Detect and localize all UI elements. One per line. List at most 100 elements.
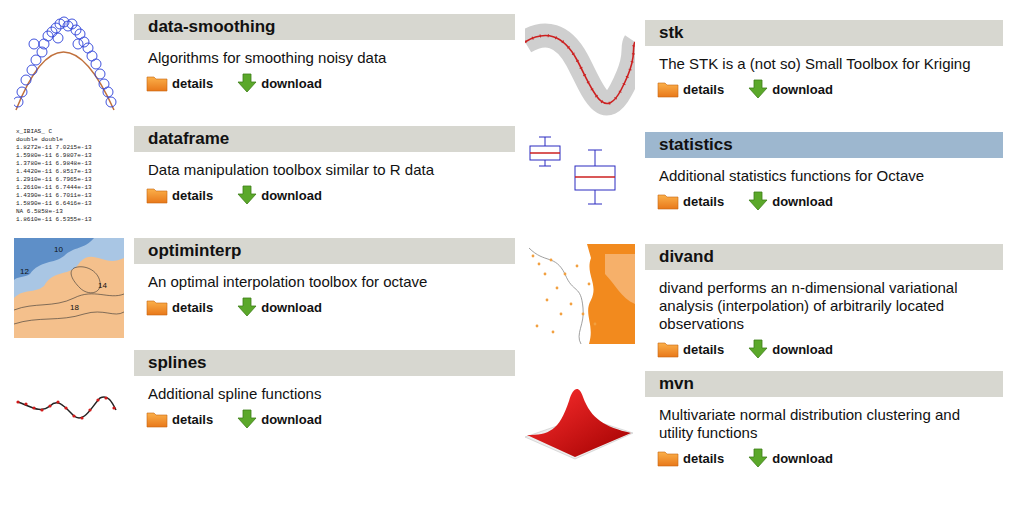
- package-thumbnail: [525, 371, 635, 471]
- package-thumbnail: [14, 14, 124, 114]
- package-body: mvn Multivariate normal distribution clus…: [645, 371, 1003, 468]
- svg-text:double double: double double: [16, 136, 63, 143]
- svg-text:1.8610e-11 6.5355e-13: 1.8610e-11 6.5355e-13: [16, 216, 92, 223]
- package-card[interactable]: data-smoothing Algorithms for smoothing n…: [14, 14, 515, 114]
- svg-text:1.3780e-11 6.9848e-13: 1.3780e-11 6.9848e-13: [16, 160, 92, 167]
- download-arrow-icon: [237, 297, 257, 317]
- package-links: details download: [645, 339, 1003, 359]
- package-card[interactable]: splines Additional spline functions detail…: [14, 350, 515, 450]
- download-link[interactable]: download: [237, 297, 322, 317]
- details-link[interactable]: details: [657, 79, 724, 99]
- package-card[interactable]: 10121418 optiminterp An optimal interpolat…: [14, 238, 515, 338]
- svg-text:1.5980e-11 6.9807e-13: 1.5980e-11 6.9807e-13: [16, 152, 92, 159]
- package-title-bar[interactable]: optiminterp: [134, 238, 515, 264]
- package-body: statisticsAdditional statistics function…: [645, 132, 1003, 211]
- package-card[interactable]: x_IBIAS_ C double double 1.8272e-11 7.02…: [14, 126, 515, 226]
- download-link[interactable]: download: [748, 339, 833, 359]
- folder-icon: [657, 449, 679, 467]
- package-links: details download: [645, 448, 1003, 468]
- package-title-bar[interactable]: mvn: [645, 371, 1003, 397]
- svg-text:NA 6.5858e-13: NA 6.5858e-13: [16, 208, 63, 215]
- download-link[interactable]: download: [748, 448, 833, 468]
- package-title[interactable]: stk: [659, 23, 684, 43]
- download-link[interactable]: download: [237, 409, 322, 429]
- download-link[interactable]: download: [748, 191, 833, 211]
- download-arrow-icon: [748, 448, 768, 468]
- package-links: details download: [645, 191, 1003, 211]
- package-title[interactable]: dataframe: [148, 129, 229, 149]
- package-title-bar[interactable]: splines: [134, 350, 515, 376]
- details-link[interactable]: details: [657, 448, 724, 468]
- gaussian-surface-icon: [525, 371, 635, 471]
- package-thumbnail: [525, 244, 635, 344]
- package-title-bar[interactable]: statistics: [645, 132, 1003, 158]
- folder-icon: [146, 74, 168, 92]
- package-links: details download: [645, 79, 1003, 99]
- package-title[interactable]: data-smoothing: [148, 17, 276, 37]
- package-body: data-smoothing Algorithms for smoothing n…: [134, 14, 515, 93]
- package-links: details download: [134, 185, 515, 205]
- svg-text:12: 12: [20, 267, 29, 276]
- package-body: divand divand performs an n-dimensional v…: [645, 244, 1003, 359]
- package-title[interactable]: splines: [148, 353, 207, 373]
- package-title-bar[interactable]: divand: [645, 244, 1003, 270]
- package-title[interactable]: divand: [659, 247, 714, 267]
- svg-text:18: 18: [70, 303, 79, 312]
- svg-text:x_IBIAS_ C: x_IBIAS_ C: [16, 128, 52, 135]
- details-link[interactable]: details: [657, 339, 724, 359]
- download-link[interactable]: download: [748, 79, 833, 99]
- folder-icon: [657, 80, 679, 98]
- svg-text:1.2910e-11 6.7965e-13: 1.2910e-11 6.7965e-13: [16, 176, 92, 183]
- kriging-band-icon: [525, 20, 635, 120]
- package-title[interactable]: statistics: [659, 135, 733, 155]
- svg-text:1.5890e-11 6.6416e-13: 1.5890e-11 6.6416e-13: [16, 200, 92, 207]
- package-thumbnail: x_IBIAS_ C double double 1.8272e-11 7.02…: [14, 126, 124, 226]
- folder-icon: [146, 410, 168, 428]
- download-arrow-icon: [748, 79, 768, 99]
- package-column: stkThe STK is a (not so) Small Toolbox f…: [515, 0, 1025, 525]
- download-arrow-icon: [748, 191, 768, 211]
- package-body: dataframeData manipulation toolbox simil…: [134, 126, 515, 205]
- folder-icon: [146, 186, 168, 204]
- details-link[interactable]: details: [657, 191, 724, 211]
- package-description: An optimal interpolation toolbox for oct…: [148, 273, 501, 291]
- package-card[interactable]: divand divand performs an n-dimensional v…: [525, 244, 1003, 359]
- details-link[interactable]: details: [146, 73, 213, 93]
- contour-map-icon: 10121418: [14, 238, 124, 338]
- download-arrow-icon: [237, 185, 257, 205]
- package-thumbnail: 10121418: [14, 238, 124, 338]
- details-link[interactable]: details: [146, 409, 213, 429]
- details-link[interactable]: details: [146, 185, 213, 205]
- package-description: divand performs an n-dimensional variati…: [659, 279, 989, 333]
- svg-text:1.4420e-11 6.8517e-13: 1.4420e-11 6.8517e-13: [16, 168, 92, 175]
- folder-icon: [657, 340, 679, 358]
- package-links: details download: [134, 73, 515, 93]
- package-title[interactable]: optiminterp: [148, 241, 242, 261]
- package-title-bar[interactable]: data-smoothing: [134, 14, 515, 40]
- package-thumbnail: [525, 20, 635, 120]
- svg-text:1.2610e-11 6.7444e-13: 1.2610e-11 6.7444e-13: [16, 184, 92, 191]
- package-card[interactable]: statisticsAdditional statistics function…: [525, 132, 1003, 232]
- svg-text:1.8272e-11 7.0215e-13: 1.8272e-11 7.0215e-13: [16, 144, 92, 151]
- download-arrow-icon: [237, 73, 257, 93]
- download-link[interactable]: download: [237, 73, 322, 93]
- download-link[interactable]: download: [237, 185, 322, 205]
- package-title-bar[interactable]: stk: [645, 20, 1003, 46]
- package-title[interactable]: mvn: [659, 374, 694, 394]
- package-body: optiminterp An optimal interpolation tool…: [134, 238, 515, 317]
- folder-icon: [657, 192, 679, 210]
- details-link[interactable]: details: [146, 297, 213, 317]
- table-text-icon: x_IBIAS_ C double double 1.8272e-11 7.02…: [14, 126, 124, 226]
- package-body: splines Additional spline functions detail…: [134, 350, 515, 429]
- package-card[interactable]: stkThe STK is a (not so) Small Toolbox f…: [525, 20, 1003, 120]
- package-description: Algorithms for smoothing noisy data: [148, 49, 501, 67]
- package-links: details download: [134, 409, 515, 429]
- scatter-fit-icon: [14, 14, 124, 114]
- package-card[interactable]: mvn Multivariate normal distribution clus…: [525, 371, 1003, 471]
- package-description: Multivariate normal distribution cluster…: [659, 406, 989, 442]
- package-description: Additional spline functions: [148, 385, 501, 403]
- package-links: details download: [134, 297, 515, 317]
- package-grid: data-smoothing Algorithms for smoothing n…: [0, 0, 1025, 525]
- package-title-bar[interactable]: dataframe: [134, 126, 515, 152]
- boxplot-icon: [525, 132, 635, 232]
